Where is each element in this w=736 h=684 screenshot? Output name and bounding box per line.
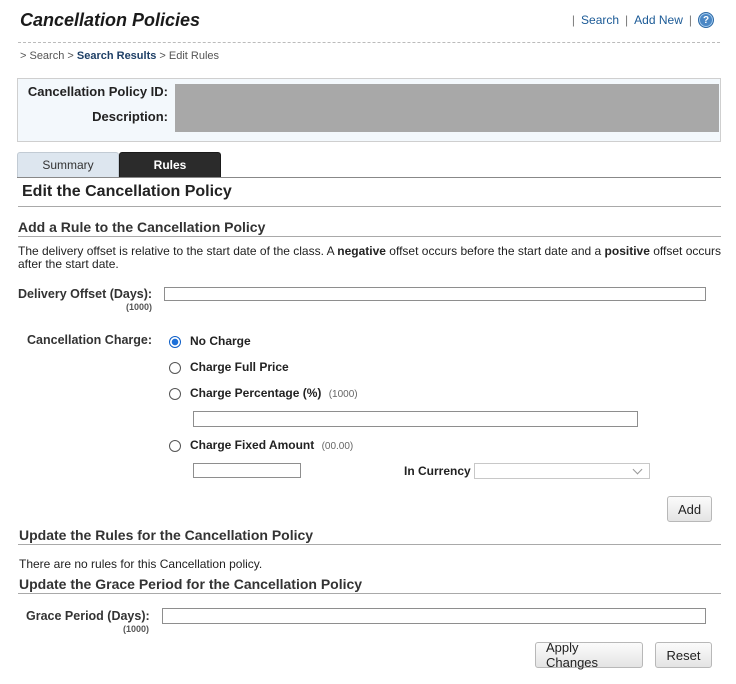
tab-strip-line <box>17 177 721 178</box>
link-separator: | <box>625 13 629 27</box>
help-icon[interactable]: ? <box>698 12 714 28</box>
fixed-amount-text: Charge Fixed Amount <box>190 438 315 452</box>
no-charge-label: No Charge <box>190 334 251 348</box>
radio-no-charge[interactable] <box>169 336 181 348</box>
radio-full-price[interactable] <box>169 362 181 374</box>
tab-rules[interactable]: Rules <box>119 152 221 177</box>
add-rule-divider <box>18 236 721 237</box>
edit-policy-title: Edit the Cancellation Policy <box>22 183 232 200</box>
policy-id-label: Cancellation Policy ID: <box>27 84 168 99</box>
full-price-label: Charge Full Price <box>190 360 289 374</box>
link-separator: | <box>571 13 576 27</box>
redacted-policy-values <box>175 84 719 132</box>
desc-text: offset occurs before the start date and … <box>385 244 605 258</box>
breadcrumb: > Search > Search Results > Edit Rules <box>20 50 219 62</box>
header-divider <box>18 42 720 43</box>
description-label: Description: <box>92 109 168 124</box>
desc-negative: negative <box>337 244 386 258</box>
breadcrumb-prefix: > Search > <box>20 50 77 62</box>
delivery-offset-input[interactable] <box>164 287 706 301</box>
apply-changes-button[interactable]: Apply Changes <box>535 640 643 670</box>
radio-fixed-amount[interactable] <box>169 440 181 452</box>
edit-title-divider <box>18 206 721 207</box>
no-rules-message: There are no rules for this Cancellation… <box>19 557 263 571</box>
update-rules-divider <box>18 544 721 545</box>
cancellation-charge-label: Cancellation Charge: <box>27 333 153 347</box>
search-link[interactable]: Search <box>581 13 619 27</box>
grace-period-title: Update the Grace Period for the Cancella… <box>19 576 363 592</box>
percentage-text: Charge Percentage (%) <box>190 386 322 400</box>
percentage-label: Charge Percentage (%) (1000) <box>190 386 358 400</box>
add-new-link[interactable]: Add New <box>634 13 683 27</box>
desc-positive: positive <box>604 244 650 258</box>
breadcrumb-suffix: > Edit Rules <box>156 50 220 62</box>
tab-summary[interactable]: Summary <box>17 152 119 177</box>
percentage-hint: (1000) <box>328 389 358 400</box>
radio-percentage[interactable] <box>169 388 181 400</box>
add-rule-button[interactable]: Add <box>667 496 712 522</box>
update-rules-title: Update the Rules for the Cancellation Po… <box>19 527 314 543</box>
add-rule-title: Add a Rule to the Cancellation Policy <box>18 219 266 235</box>
page-title: Cancellation Policies <box>20 10 201 30</box>
desc-text: The delivery offset is relative to the s… <box>18 244 338 258</box>
breadcrumb-search-results[interactable]: Search Results <box>77 50 156 62</box>
grace-period-hint: (1000) <box>123 624 150 634</box>
top-links: | Search | Add New | ? <box>566 12 714 28</box>
grace-period-divider <box>18 593 721 594</box>
reset-button[interactable]: Reset <box>655 642 712 668</box>
fixed-amount-input[interactable] <box>193 463 301 478</box>
delivery-offset-description: The delivery offset is relative to the s… <box>18 245 724 271</box>
grace-period-input[interactable] <box>162 608 706 624</box>
fixed-amount-hint: (00.00) <box>321 441 354 452</box>
percentage-input[interactable] <box>193 411 638 427</box>
delivery-offset-label: Delivery Offset (Days): <box>18 287 153 301</box>
link-separator: | <box>688 13 692 27</box>
grace-period-label: Grace Period (Days): <box>26 609 150 623</box>
delivery-offset-hint: (1000) <box>126 302 153 312</box>
chevron-down-icon <box>632 464 643 475</box>
currency-label: In Currency <box>404 464 471 478</box>
currency-select[interactable] <box>474 463 650 479</box>
fixed-amount-label: Charge Fixed Amount (00.00) <box>190 438 353 452</box>
